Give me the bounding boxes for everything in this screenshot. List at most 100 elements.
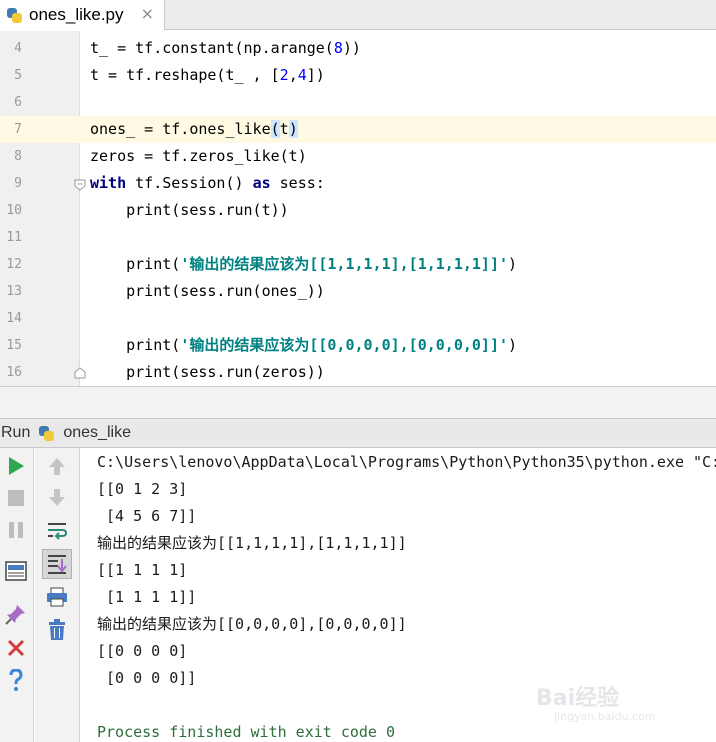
console-line: 输出的结果应该为[[1,1,1,1],[1,1,1,1]] [97, 534, 407, 552]
console-line: [4 5 6 7]] [97, 507, 197, 525]
trash-icon [49, 619, 65, 640]
printer-icon [47, 587, 67, 607]
console-line: [1 1 1 1]] [97, 588, 197, 606]
code-line[interactable]: 5 t = tf.reshape(t_ , [2,4]) [0, 62, 716, 89]
line-number: 15 [6, 338, 22, 353]
line-number: 12 [6, 257, 22, 272]
run-toolbar-primary [0, 448, 34, 742]
run-toolbar-secondary [35, 448, 80, 742]
watermark-brand: Bai经验 [536, 686, 620, 711]
code-text: print(sess.run(ones_)) [90, 282, 325, 300]
play-icon [9, 457, 24, 475]
code-line[interactable]: 12 print('输出的结果应该为[[1,1,1,1],[1,1,1,1]]'… [0, 251, 716, 278]
matched-paren: ( [270, 120, 280, 138]
run-tool-window-title: Run [1, 424, 31, 441]
code-segment: t_ = tf.constant(np.arange( [90, 39, 334, 57]
code-segment: print( [90, 336, 181, 354]
close-run-button[interactable] [3, 635, 29, 661]
code-text: zeros = tf.zeros_like(t) [90, 147, 307, 165]
code-line[interactable]: 4 t_ = tf.constant(np.arange(8)) [0, 35, 716, 62]
code-text: with tf.Session() as sess: [90, 170, 325, 197]
pin-icon [5, 605, 25, 625]
python-file-icon [6, 7, 23, 24]
watermark-url: jingyan.baidu.com [554, 710, 656, 723]
line-number: 9 [14, 176, 22, 191]
python-config-icon [38, 425, 55, 442]
stop-button[interactable] [3, 485, 29, 511]
line-number: 14 [6, 311, 22, 326]
code-segment: ) [508, 255, 518, 273]
line-number: 10 [6, 203, 22, 218]
console-line: 输出的结果应该为[[0,0,0,0],[0,0,0,0]] [97, 615, 407, 633]
fold-collapse-icon[interactable] [73, 178, 87, 192]
line-number: 8 [14, 149, 22, 164]
code-text: print(sess.run(t)) [90, 201, 289, 219]
code-editor[interactable]: 4 t_ = tf.constant(np.arange(8)) 5 t = t… [0, 31, 716, 386]
code-segment: t = tf.reshape(t_ , [ [90, 66, 280, 84]
run-panel: C:\Users\lenovo\AppData\Local\Programs\P… [0, 448, 716, 742]
keyword: with [90, 174, 127, 192]
code-line[interactable]: 6 [0, 89, 716, 116]
close-tab-icon[interactable]: × [141, 4, 154, 23]
print-button[interactable] [44, 584, 70, 610]
code-segment: sess: [270, 174, 325, 192]
pin-tab-button[interactable] [3, 601, 29, 627]
run-config-label: ones_like [63, 424, 131, 441]
baidu-jingyan-watermark: Bai经验 jingyan.baidu.com [536, 680, 676, 730]
editor-tab-ones-like[interactable]: ones_like.py × [0, 0, 165, 30]
help-icon [9, 669, 23, 691]
console-line: [0 0 0 0]] [97, 669, 197, 687]
console-exit-line: Process finished with exit code 0 [97, 723, 396, 741]
clear-all-button[interactable] [44, 617, 70, 643]
console-line: [[0 0 0 0] [97, 642, 188, 660]
code-segment: ]) [306, 66, 325, 84]
code-text: print('输出的结果应该为[[1,1,1,1],[1,1,1,1]]') [90, 251, 517, 278]
console-line: C:\Users\lenovo\AppData\Local\Programs\P… [97, 453, 716, 471]
line-number: 11 [6, 230, 22, 245]
panel-splitter[interactable] [0, 386, 716, 418]
code-line[interactable]: 13 print(sess.run(ones_)) [0, 278, 716, 305]
line-number: 4 [14, 41, 22, 56]
keyword: as [252, 174, 271, 192]
matched-paren: ) [288, 120, 298, 138]
code-line[interactable]: 10 print(sess.run(t)) [0, 197, 716, 224]
scroll-to-end-icon [48, 555, 67, 574]
code-number: 8 [333, 39, 343, 57]
scroll-down-button[interactable] [44, 485, 70, 511]
code-segment: tf.Session() [126, 174, 253, 192]
code-text: t_ = tf.constant(np.arange(8)) [90, 35, 361, 62]
help-button[interactable] [3, 667, 29, 693]
code-line-current[interactable]: 7 ones_ = tf.ones_like(t) [0, 116, 716, 143]
run-config-tab[interactable]: ones_like [38, 424, 131, 442]
console-line: [[0 1 2 3] [97, 480, 188, 498]
pause-icon [9, 522, 23, 538]
code-line[interactable]: 16 print(sess.run(zeros)) [0, 359, 716, 386]
soft-wrap-button[interactable] [44, 517, 70, 543]
line-number: 7 [14, 122, 22, 137]
layout-icon [5, 561, 27, 581]
code-number: 2 [279, 66, 289, 84]
line-number: 13 [6, 284, 22, 299]
line-number: 6 [14, 95, 22, 110]
code-segment: , [288, 66, 298, 84]
stop-icon [8, 490, 24, 506]
editor-tab-label: ones_like.py [29, 5, 124, 24]
code-line[interactable]: 14 [0, 305, 716, 332]
code-line[interactable]: 15 print('输出的结果应该为[[0,0,0,0],[0,0,0,0]]'… [0, 332, 716, 359]
pause-button[interactable] [3, 517, 29, 543]
string-literal: '输出的结果应该为[[0,0,0,0],[0,0,0,0]]' [180, 336, 509, 354]
scroll-up-button[interactable] [44, 453, 70, 479]
arrow-up-icon [49, 458, 65, 475]
fold-end-icon[interactable] [73, 366, 87, 380]
rerun-button[interactable] [3, 453, 29, 479]
restore-layout-button[interactable] [3, 558, 29, 584]
code-number: 4 [297, 66, 307, 84]
scroll-to-end-button[interactable] [42, 549, 72, 579]
arrow-down-icon [49, 489, 65, 506]
code-line[interactable]: 9 with tf.Session() as sess: [0, 170, 716, 197]
code-text: print('输出的结果应该为[[0,0,0,0],[0,0,0,0]]') [90, 332, 517, 359]
string-literal: '输出的结果应该为[[1,1,1,1],[1,1,1,1]]' [180, 255, 509, 273]
code-line[interactable]: 8 zeros = tf.zeros_like(t) [0, 143, 716, 170]
code-line[interactable]: 11 [0, 224, 716, 251]
code-text: ones_ = tf.ones_like(t) [90, 116, 298, 143]
